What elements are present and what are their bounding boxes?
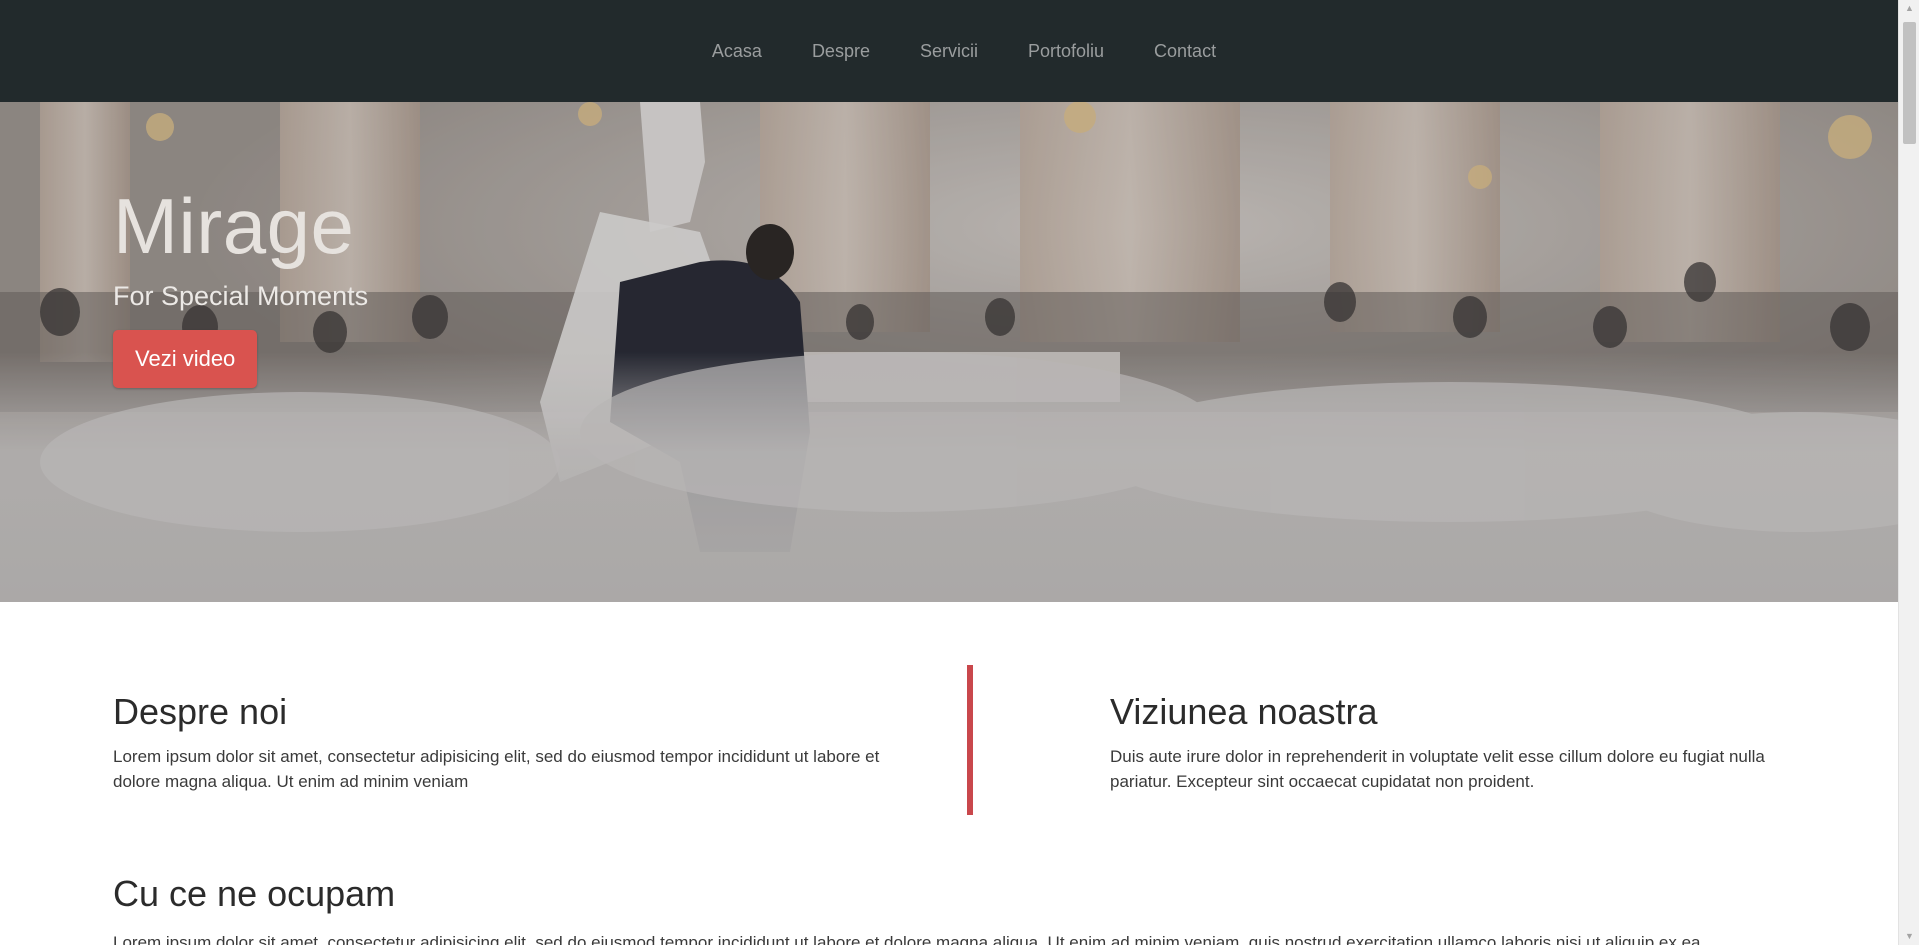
page: Acasa Despre Servicii Portofoliu Contact	[0, 0, 1919, 945]
nav-link-despre[interactable]: Despre	[787, 41, 895, 62]
scroll-down-arrow-icon[interactable]: ▼	[1899, 928, 1919, 945]
hero-subtitle: For Special Moments	[113, 281, 369, 311]
hero-title: Mirage	[113, 182, 355, 270]
about-us-text: Lorem ipsum dolor sit amet, consectetur …	[113, 746, 880, 791]
nav-link-portofoliu[interactable]: Portofoliu	[1003, 41, 1129, 62]
nav-menu: Acasa Despre Servicii Portofoliu Contact	[687, 41, 1241, 62]
vision-text: Duis aute irure dolor in reprehenderit i…	[1110, 746, 1765, 791]
nav-link-acasa[interactable]: Acasa	[687, 41, 787, 62]
hero-content: Mirage For Special Moments Vezi video	[113, 187, 368, 388]
nav-item-servicii: Servicii	[895, 41, 1003, 62]
scroll-up-arrow-icon[interactable]: ▲	[1899, 0, 1919, 17]
services-text: Lorem ipsum dolor sit amet, consectetur …	[113, 932, 1701, 945]
nav-item-portofoliu: Portofoliu	[1003, 41, 1129, 62]
about-us-column: Despre noi Lorem ipsum dolor sit amet, c…	[113, 692, 913, 794]
vision-heading: Viziunea noastra	[1110, 691, 1378, 732]
nav-item-acasa: Acasa	[687, 41, 787, 62]
services-section: Cu ce ne ocupam Lorem ipsum dolor sit am…	[113, 874, 1873, 945]
nav-item-contact: Contact	[1129, 41, 1241, 62]
nav-link-servicii[interactable]: Servicii	[895, 41, 1003, 62]
about-us-heading: Despre noi	[113, 691, 288, 732]
watch-video-button[interactable]: Vezi video	[113, 330, 258, 388]
section-divider	[967, 665, 973, 815]
scrollbar-thumb[interactable]	[1903, 22, 1916, 144]
hero-banner: Mirage For Special Moments Vezi video	[0, 102, 1898, 602]
vertical-scrollbar[interactable]: ▲ ▼	[1898, 0, 1919, 945]
vision-column: Viziunea noastra Duis aute irure dolor i…	[1110, 692, 1810, 794]
about-section: Despre noi Lorem ipsum dolor sit amet, c…	[0, 602, 1898, 945]
top-navbar: Acasa Despre Servicii Portofoliu Contact	[0, 0, 1898, 102]
nav-item-despre: Despre	[787, 41, 895, 62]
services-heading: Cu ce ne ocupam	[113, 873, 396, 914]
nav-link-contact[interactable]: Contact	[1129, 41, 1241, 62]
